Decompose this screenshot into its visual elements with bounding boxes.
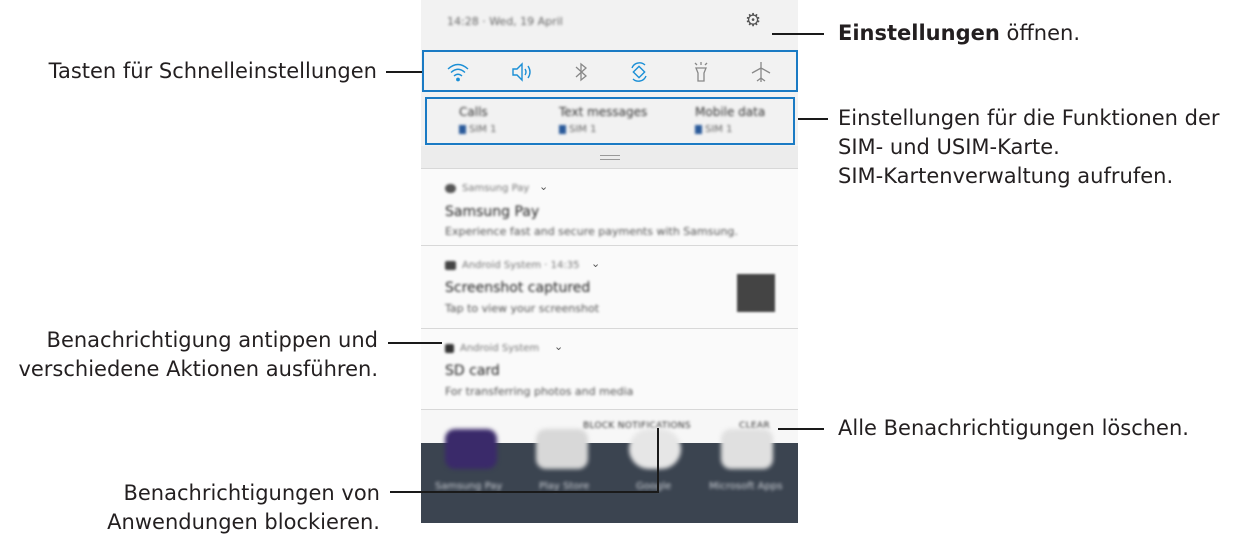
callout-tap-line1: Benachrichtigung antippen und [46,328,378,352]
callout-quick-settings: Tasten für Schnelleinstellungen [48,59,377,83]
callout-tap-line2: verschiedene Aktionen ausführen. [18,357,378,381]
leader-line [778,428,824,430]
notification-card[interactable]: Android System · 14:35 ⌄ Screenshot capt… [421,245,798,328]
chevron-down-icon[interactable]: ⌄ [591,257,600,270]
callout-sim-line2: SIM- und USIM-Karte. [838,135,1060,159]
notification-app-name: Android System · 14:35 [462,260,580,271]
samsung-pay-app-icon[interactable] [445,429,497,469]
notification-title: Screenshot captured [445,280,591,296]
leader-line [390,491,658,493]
callout-sim-line1: Einstellungen für die Funktionen der [838,106,1220,130]
image-icon [445,260,456,270]
notification-card[interactable]: Android System ⌄ SD card For transferrin… [421,328,798,410]
samsung-pay-icon [445,183,456,193]
gear-icon[interactable]: ⚙ [745,12,761,30]
notification-text: Tap to view your screenshot [445,302,600,315]
leader-line [772,33,824,35]
panel-handle-area[interactable] [421,146,798,168]
leader-line [798,118,828,120]
notification-app-name: Samsung Pay [462,183,530,194]
quick-settings-highlight [422,50,798,92]
chevron-down-icon[interactable]: ⌄ [539,180,548,193]
notification-app-name: Android System [460,343,540,354]
callout-sim-line3: SIM-Kartenverwaltung aufrufen. [838,164,1174,188]
leader-line [657,428,659,493]
status-bar: 14:28 · Wed, 19 April ⚙ [421,0,798,44]
callout-block-line1: Benachrichtigungen von [123,481,380,505]
callout-sim-settings: Einstellungen für die Funktionen der SIM… [838,104,1220,191]
sim-settings-highlight [425,97,795,145]
notification-title: Samsung Pay [445,204,540,220]
notification-text: Experience fast and secure payments with… [445,225,738,238]
notification-card[interactable]: Samsung Pay ⌄ Samsung Pay Experience fas… [421,168,798,245]
callout-open-settings: Einstellungen öffnen. [838,19,1080,48]
leader-line [386,71,422,73]
notification-title: SD card [445,363,500,379]
google-app-icon[interactable] [629,429,681,469]
screenshot-thumbnail[interactable] [737,274,775,312]
drag-handle-icon[interactable] [600,155,620,160]
home-app-label: Microsoft Apps [709,481,783,492]
callout-settings-bold: Einstellungen [838,21,1000,45]
callout-settings-rest: öffnen. [999,21,1081,45]
callout-block-line2: Anwendungen blockieren. [107,510,380,534]
callout-clear-all: Alle Benachrichtigungen löschen. [838,416,1189,440]
status-time-date: 14:28 · Wed, 19 April [447,15,563,28]
sd-card-icon [445,343,454,353]
microsoft-apps-icon[interactable] [721,429,773,469]
leader-line [388,342,442,344]
chevron-down-icon[interactable]: ⌄ [554,340,563,353]
block-notifications-button[interactable]: BLOCK NOTIFICATIONS [583,421,691,431]
callout-block-notifications: Benachrichtigungen von Anwendungen block… [107,479,380,537]
home-screen-background: Samsung Pay Play Store Google Microsoft … [421,429,798,523]
callout-tap-notification: Benachrichtigung antippen und verschiede… [18,326,378,384]
play-store-app-icon[interactable] [536,429,588,469]
notification-text: For transferring photos and media [445,385,634,398]
